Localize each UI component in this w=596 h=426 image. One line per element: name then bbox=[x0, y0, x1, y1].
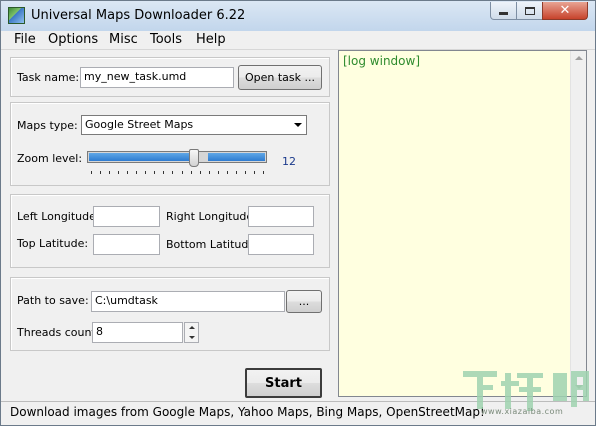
zoom-tick bbox=[100, 171, 101, 174]
zoom-tick bbox=[227, 171, 228, 174]
top-latitude-label: Top Latitude: bbox=[17, 237, 89, 250]
menu-bar: File Options Misc Tools Help bbox=[1, 31, 595, 50]
zoom-tick bbox=[254, 171, 255, 174]
open-task-button[interactable]: Open task ... bbox=[238, 65, 322, 90]
zoom-tick bbox=[236, 171, 237, 174]
status-text: Download images from Google Maps, Yahoo … bbox=[10, 405, 485, 419]
zoom-tick bbox=[109, 171, 110, 174]
dropdown-arrow[interactable] bbox=[289, 116, 306, 134]
zoom-tick bbox=[127, 171, 128, 174]
menu-help[interactable]: Help bbox=[196, 32, 226, 47]
title-bar[interactable]: Universal Maps Downloader 6.22 ✕ bbox=[1, 1, 595, 31]
zoom-slider-fill bbox=[89, 153, 195, 161]
watermark-url: www.xiazaiba.com bbox=[481, 407, 564, 416]
zoom-tick bbox=[91, 171, 92, 174]
scroll-up-icon[interactable] bbox=[575, 56, 583, 60]
browse-button[interactable]: ... bbox=[286, 290, 322, 313]
start-button[interactable]: Start bbox=[245, 368, 322, 398]
spinner-down-button[interactable] bbox=[185, 333, 198, 342]
zoom-value: 12 bbox=[282, 155, 296, 168]
left-longitude-label: Left Longitude: bbox=[17, 210, 100, 223]
close-button[interactable]: ✕ bbox=[542, 2, 588, 20]
left-longitude-input[interactable] bbox=[93, 206, 160, 227]
zoom-slider-thumb[interactable] bbox=[189, 149, 199, 167]
log-scrollbar[interactable] bbox=[570, 51, 586, 396]
path-to-save-input[interactable]: C:\umdtask bbox=[91, 291, 285, 312]
chevron-down-icon bbox=[294, 123, 302, 127]
arrow-down-icon bbox=[188, 336, 195, 339]
zoom-tick bbox=[191, 171, 192, 174]
minimize-button[interactable] bbox=[490, 2, 517, 20]
zoom-tick bbox=[118, 171, 119, 174]
zoom-tick bbox=[163, 171, 164, 174]
task-name-label: Task name: bbox=[17, 71, 80, 84]
zoom-level-label: Zoom level: bbox=[17, 152, 83, 165]
task-name-input[interactable]: my_new_task.umd bbox=[80, 67, 234, 88]
threads-count-input[interactable]: 8 bbox=[92, 322, 183, 343]
maps-type-value: Google Street Maps bbox=[85, 118, 194, 131]
zoom-tick bbox=[145, 171, 146, 174]
maps-type-select[interactable]: Google Street Maps bbox=[81, 115, 307, 135]
minimize-icon bbox=[499, 12, 508, 15]
zoom-tick bbox=[172, 171, 173, 174]
path-to-save-label: Path to save: bbox=[17, 294, 89, 307]
close-icon: ✕ bbox=[559, 3, 571, 18]
menu-file[interactable]: File bbox=[14, 32, 36, 47]
window-title: Universal Maps Downloader 6.22 bbox=[31, 8, 246, 23]
zoom-slider-ticks bbox=[91, 171, 267, 176]
menu-misc[interactable]: Misc bbox=[109, 32, 138, 47]
zoom-tick bbox=[154, 171, 155, 174]
top-latitude-input[interactable] bbox=[93, 234, 160, 255]
zoom-tick bbox=[218, 171, 219, 174]
zoom-tick bbox=[182, 171, 183, 174]
zoom-tick bbox=[263, 171, 264, 174]
menu-options[interactable]: Options bbox=[48, 32, 98, 47]
zoom-tick bbox=[245, 171, 246, 174]
maps-type-label: Maps type: bbox=[17, 119, 78, 132]
log-window[interactable]: [log window] bbox=[338, 50, 587, 397]
bottom-latitude-label: Bottom Latitude: bbox=[166, 238, 259, 251]
app-map-icon bbox=[8, 7, 25, 24]
bottom-latitude-input[interactable] bbox=[248, 234, 314, 255]
threads-spinner[interactable] bbox=[184, 322, 199, 343]
zoom-tick bbox=[209, 171, 210, 174]
maximize-button[interactable] bbox=[516, 2, 543, 20]
zoom-tick bbox=[200, 171, 201, 174]
app-window: Universal Maps Downloader 6.22 ✕ File Op… bbox=[0, 0, 596, 426]
maximize-icon bbox=[524, 6, 535, 15]
right-longitude-input[interactable] bbox=[248, 206, 314, 227]
menu-tools[interactable]: Tools bbox=[150, 32, 182, 47]
arrow-up-icon bbox=[188, 326, 195, 329]
threads-count-label: Threads count: bbox=[17, 326, 100, 339]
log-text: [log window] bbox=[343, 54, 420, 68]
zoom-tick bbox=[136, 171, 137, 174]
zoom-slider-fill-right bbox=[208, 153, 265, 161]
zoom-slider-track[interactable] bbox=[87, 151, 267, 163]
spinner-up-button[interactable] bbox=[185, 323, 198, 332]
right-longitude-label: Right Longitude: bbox=[166, 210, 257, 223]
